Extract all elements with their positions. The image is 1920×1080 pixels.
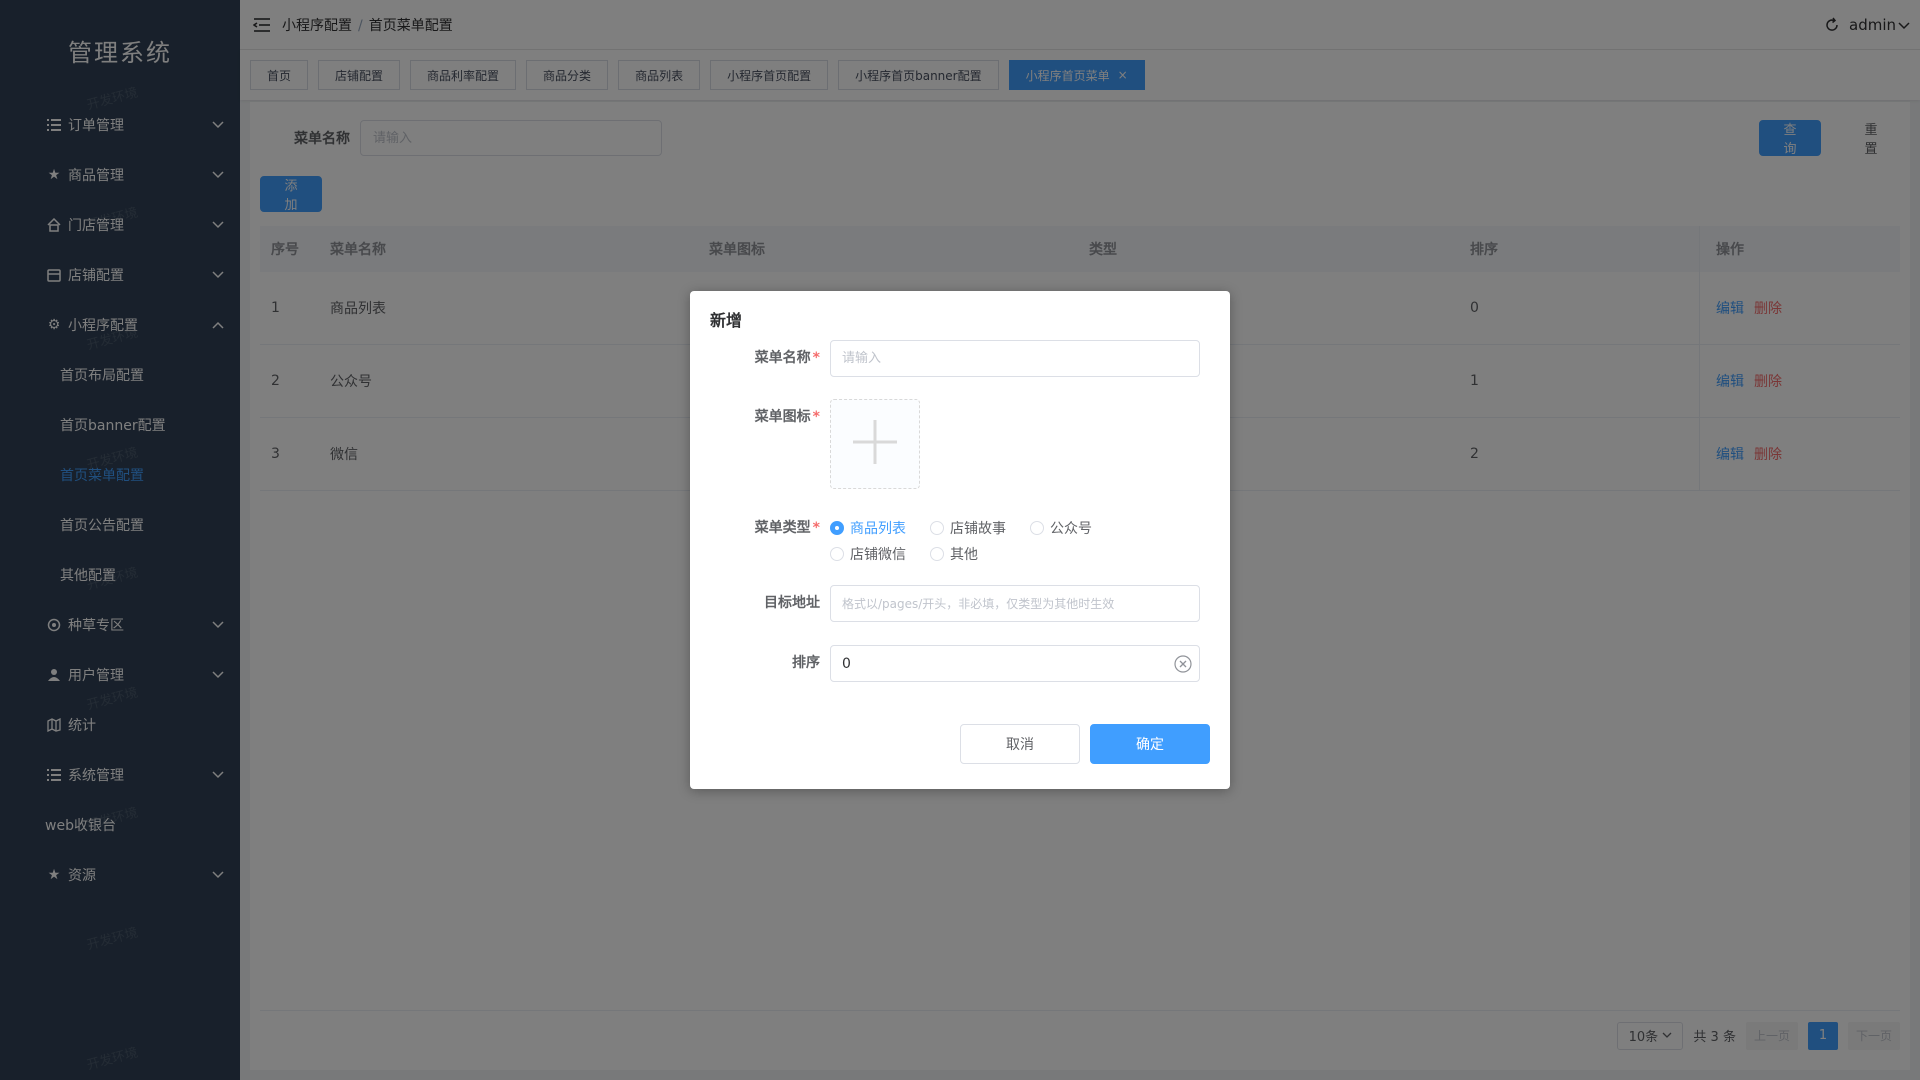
sort-input-wrap bbox=[830, 645, 1200, 682]
radio-dot bbox=[830, 521, 844, 535]
form-row-target: 目标地址 bbox=[690, 585, 1210, 622]
radio-other[interactable]: 其他 bbox=[930, 541, 978, 567]
menu-name-input[interactable] bbox=[830, 340, 1200, 377]
radio-dot bbox=[1030, 521, 1044, 535]
radio-goods-list[interactable]: 商品列表 bbox=[830, 515, 906, 541]
form-row-icon: 菜单图标 * bbox=[690, 399, 1210, 489]
clear-icon[interactable] bbox=[1174, 655, 1192, 673]
sort-label: 排序 bbox=[792, 655, 820, 671]
name-label: 菜单名称 * bbox=[754, 350, 820, 366]
radio-official-account[interactable]: 公众号 bbox=[1030, 515, 1092, 541]
radio-dot bbox=[930, 547, 944, 561]
type-label: 菜单类型 * bbox=[754, 520, 820, 536]
radio-store-wechat[interactable]: 店铺微信 bbox=[830, 541, 906, 567]
plus-icon bbox=[850, 417, 900, 471]
cancel-button[interactable]: 取消 bbox=[960, 724, 1080, 764]
dialog-title: 新增 bbox=[710, 311, 743, 330]
form-row-name: 菜单名称 * bbox=[690, 340, 1210, 377]
radio-dot bbox=[830, 547, 844, 561]
form-row-sort: 排序 bbox=[690, 645, 1210, 682]
menu-type-radio-group: 商品列表 店铺故事 公众号 店铺微信 其他 bbox=[830, 513, 1210, 567]
radio-store-story[interactable]: 店铺故事 bbox=[930, 515, 1006, 541]
icon-upload[interactable] bbox=[830, 399, 920, 489]
sort-input[interactable] bbox=[830, 645, 1200, 682]
add-menu-dialog: 新增 菜单名称* 菜单图标* 菜单类型* 商品列表 店铺故事 公众号 店铺微信 … bbox=[690, 291, 1230, 789]
target-label: 目标地址 bbox=[764, 595, 820, 611]
form-row-type: 菜单类型 * 商品列表 店铺故事 公众号 店铺微信 其他 bbox=[690, 513, 1210, 567]
icon-label: 菜单图标 * bbox=[754, 409, 820, 425]
confirm-button[interactable]: 确定 bbox=[1090, 724, 1210, 764]
radio-dot bbox=[930, 521, 944, 535]
dialog-footer: 取消 确定 bbox=[960, 724, 1210, 764]
target-url-input[interactable] bbox=[830, 585, 1200, 622]
